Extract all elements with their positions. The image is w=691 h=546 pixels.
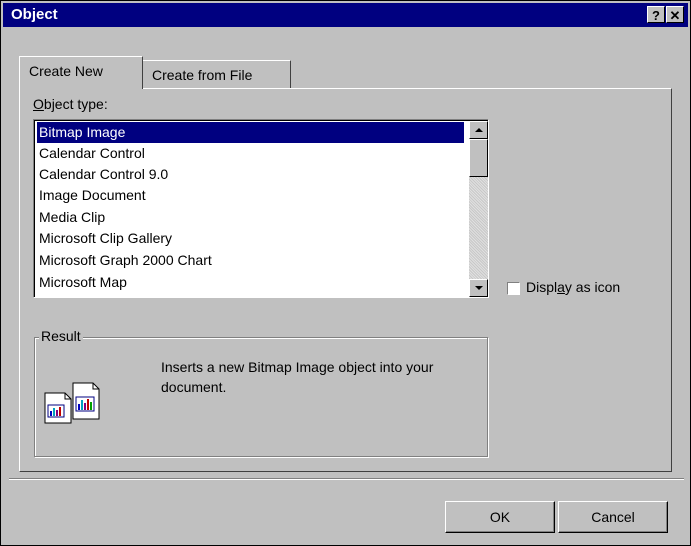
object-type-label: Object type: (33, 96, 108, 112)
tab-label: Create New (29, 63, 103, 79)
arrow-up-icon (475, 128, 483, 132)
list-item[interactable]: Microsoft Graph 2000 Chart (37, 250, 464, 271)
list-scrollbar[interactable] (469, 121, 488, 297)
close-button[interactable]: ✕ (666, 6, 684, 23)
list-item[interactable]: Media Clip (37, 207, 464, 228)
list-item[interactable]: Image Document (37, 185, 464, 206)
display-as-icon-label[interactable]: Display as icon (526, 279, 620, 295)
result-groupbox (34, 337, 488, 457)
scroll-down-button[interactable] (469, 279, 488, 297)
list-item[interactable]: Calendar Control 9.0 (37, 164, 464, 185)
scroll-thumb[interactable] (469, 139, 488, 177)
scroll-up-button[interactable] (469, 121, 488, 139)
result-title: Result (39, 328, 83, 344)
tab-create-new[interactable]: Create New (19, 56, 143, 89)
list-item[interactable]: Microsoft Clip Gallery (37, 228, 464, 249)
result-description: Inserts a new Bitmap Image object into y… (161, 359, 434, 395)
list-item[interactable]: Calendar Control (37, 143, 464, 164)
close-icon: ✕ (669, 8, 681, 23)
title-bar: Object ? ✕ (3, 3, 688, 27)
list-item[interactable]: Microsoft Map (37, 272, 464, 293)
list-item[interactable]: Bitmap Image (37, 122, 464, 143)
object-dialog: Object ? ✕ Create New Create from File O… (0, 0, 691, 546)
cancel-button[interactable]: Cancel (558, 501, 668, 533)
display-as-icon-checkbox[interactable] (507, 282, 520, 295)
dialog-title: Object (11, 6, 58, 23)
help-button[interactable]: ? (647, 6, 665, 23)
arrow-down-icon (475, 286, 483, 290)
object-type-list[interactable]: Bitmap Image Calendar Control Calendar C… (33, 119, 489, 298)
tab-create-from-file[interactable]: Create from File (142, 60, 291, 89)
tab-label: Create from File (152, 67, 253, 83)
ok-button[interactable]: OK (445, 501, 555, 533)
bitmap-document-icon (43, 381, 101, 426)
